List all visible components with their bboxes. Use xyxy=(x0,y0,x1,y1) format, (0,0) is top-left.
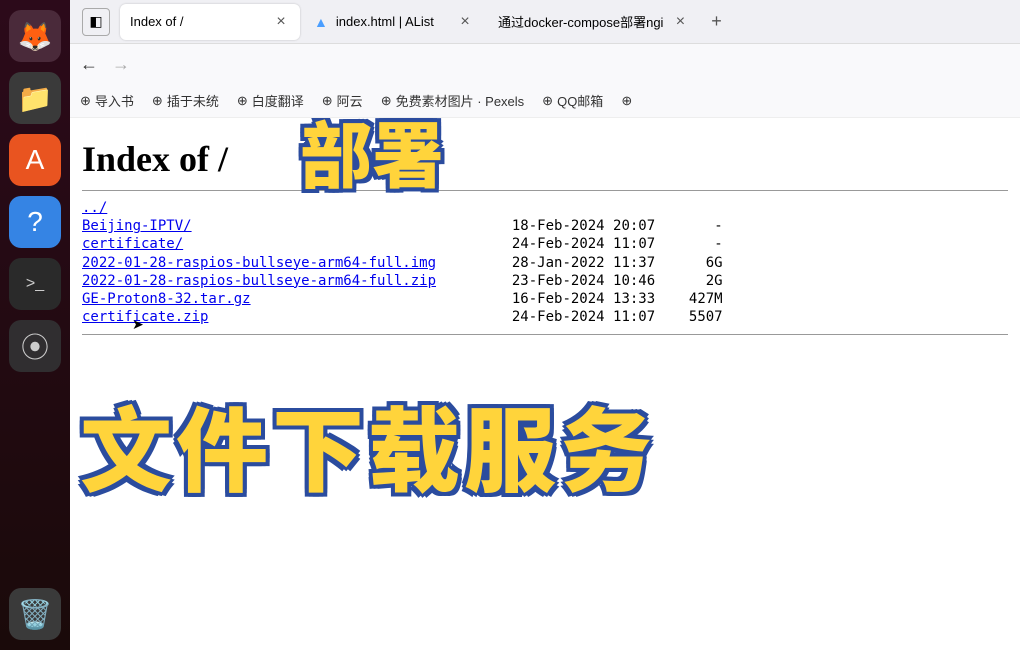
tab-bar: ◧ Index of / × ▲ index.html | AList × 通过… xyxy=(70,0,1020,44)
page-content: Index of / ../ Beijing-IPTV/ 18-Feb-2024… xyxy=(70,118,1020,650)
bookmarks-bar: ⊕ 导入书 ⊕ 插于未统 ⊕ 白度翻译 ⊕ 阿云 ⊕ 免费素材图片 · Pexe… xyxy=(70,84,1020,118)
overlay-title-3: 文件下载服务 xyxy=(80,378,656,511)
file-date: 16-Feb-2024 13:33 xyxy=(512,291,655,307)
tab-label: Index of / xyxy=(130,14,264,29)
new-tab-button[interactable]: + xyxy=(701,11,731,32)
divider xyxy=(82,334,1008,335)
file-size: 6G xyxy=(706,255,723,271)
file-date: 18-Feb-2024 20:07 xyxy=(512,218,655,234)
dock-trash-icon[interactable]: 🗑️ xyxy=(9,588,61,640)
page-title: Index of / xyxy=(82,138,1008,180)
tab-docker[interactable]: 通过docker-compose部署ngi × xyxy=(488,4,699,40)
dock-obs-icon[interactable]: ⦿ xyxy=(9,320,61,372)
bookmark-item[interactable]: ⊕ QQ邮箱 xyxy=(542,91,603,110)
dock-firefox-icon[interactable]: 🦊 xyxy=(9,10,61,62)
bookmark-item[interactable]: ⊕ 免费素材图片 · Pexels xyxy=(381,91,524,110)
bookmark-item[interactable]: ⊕ 导入书 xyxy=(80,91,134,110)
dock-terminal-icon[interactable]: >_ xyxy=(9,258,61,310)
bookmark-item[interactable]: ⊕ 白度翻译 xyxy=(237,91,304,110)
file-size: 427M xyxy=(689,291,723,307)
file-date: 23-Feb-2024 10:46 xyxy=(512,273,655,289)
forward-button[interactable]: → xyxy=(112,54,130,75)
dock-software-icon[interactable]: A xyxy=(9,134,61,186)
sidebar-toggle-icon[interactable]: ◧ xyxy=(82,8,110,36)
tab-index[interactable]: Index of / × xyxy=(120,4,300,40)
alist-icon: ▲ xyxy=(314,14,328,30)
back-button[interactable]: ← xyxy=(80,54,98,75)
dock-files-icon[interactable]: 📁 xyxy=(9,72,61,124)
file-link[interactable]: 2022-01-28-raspios-bullseye-arm64-full.z… xyxy=(82,273,436,289)
file-date: 28-Jan-2022 11:37 xyxy=(512,255,655,271)
file-size: - xyxy=(714,218,722,234)
file-link[interactable]: Beijing-IPTV/ xyxy=(82,218,192,234)
parent-dir-link[interactable]: ../ xyxy=(82,200,107,216)
bookmark-item[interactable]: ⊕ 阿云 xyxy=(322,91,363,110)
file-size: 5507 xyxy=(689,309,723,325)
close-icon[interactable]: × xyxy=(456,13,474,31)
file-link[interactable]: 2022-01-28-raspios-bullseye-arm64-full.i… xyxy=(82,255,436,271)
dock-help-icon[interactable]: ? xyxy=(9,196,61,248)
file-link[interactable]: GE-Proton8-32.tar.gz xyxy=(82,291,251,307)
file-date: 24-Feb-2024 11:07 xyxy=(512,236,655,252)
ubuntu-dock: 🦊 📁 A ? >_ ⦿ 🗑️ xyxy=(0,0,70,650)
nav-bar: ← → xyxy=(70,44,1020,84)
file-listing: ../ Beijing-IPTV/ 18-Feb-2024 20:07 - ce… xyxy=(82,199,1008,326)
close-icon[interactable]: × xyxy=(272,13,290,31)
file-size: - xyxy=(714,236,722,252)
file-link[interactable]: certificate/ xyxy=(82,236,183,252)
bookmark-more[interactable]: ⊕ xyxy=(621,93,632,109)
file-size: 2G xyxy=(706,273,723,289)
tab-alist[interactable]: ▲ index.html | AList × xyxy=(304,4,484,40)
browser-window: ◧ Index of / × ▲ index.html | AList × 通过… xyxy=(70,0,1020,650)
cursor-icon: ➤ xyxy=(132,316,144,333)
close-icon[interactable]: × xyxy=(671,13,689,31)
file-link[interactable]: certificate.zip xyxy=(82,309,208,325)
tab-label: 通过docker-compose部署ngi xyxy=(498,12,663,31)
bookmark-item[interactable]: ⊕ 插于未统 xyxy=(152,91,219,110)
tab-label: index.html | AList xyxy=(336,14,448,29)
file-date: 24-Feb-2024 11:07 xyxy=(512,309,655,325)
divider xyxy=(82,190,1008,191)
overlay-title-2: 部署 xyxy=(300,118,444,203)
